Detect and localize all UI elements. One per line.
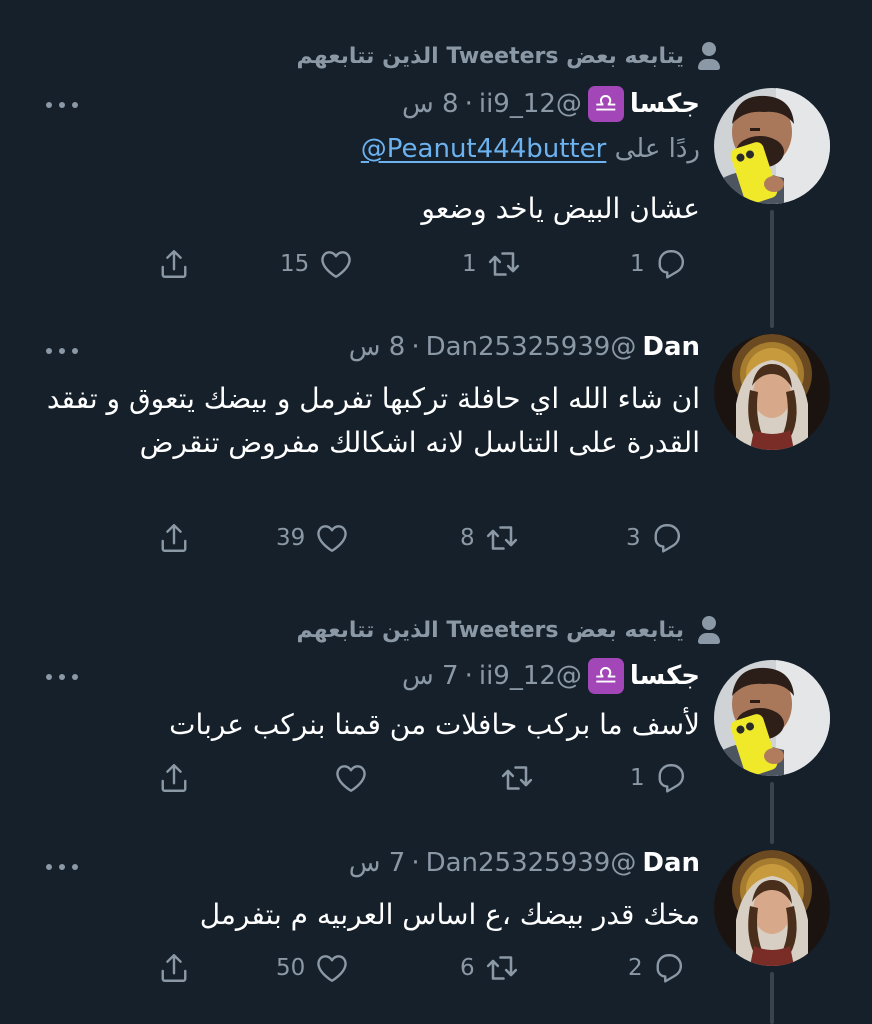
separator: ·	[411, 332, 420, 362]
tweet-header: جكسا ♎ @ii9_12 · 7 س	[402, 658, 700, 694]
social-context-text: يتابعه بعض Tweeters الذين تتابعهم	[296, 617, 684, 643]
retweet-count: 1	[462, 251, 477, 277]
reply-icon	[656, 954, 682, 983]
reply-count: 3	[626, 525, 641, 551]
avatar[interactable]	[714, 850, 830, 966]
like-action[interactable]: 50	[276, 948, 351, 988]
separator: ·	[411, 848, 420, 878]
heart-icon	[321, 251, 352, 278]
tweet-header: Dan @Dan25325939 · 7 س	[349, 848, 700, 878]
retweet-action[interactable]: 1	[462, 244, 523, 284]
display-name[interactable]: جكسا	[630, 89, 700, 119]
more-dots-icon[interactable]	[46, 672, 78, 682]
thread-line	[770, 210, 774, 328]
retweet-icon	[501, 766, 533, 790]
share-action[interactable]	[156, 244, 192, 284]
separator: ·	[464, 661, 473, 691]
avatar[interactable]	[714, 334, 830, 450]
share-action[interactable]	[156, 948, 192, 988]
display-name[interactable]: Dan	[642, 332, 700, 362]
retweet-icon	[488, 252, 519, 276]
social-context: يتابعه بعض Tweeters الذين تتابعهم	[296, 36, 722, 76]
share-icon	[161, 250, 187, 278]
share-icon	[161, 954, 187, 982]
thread-line	[770, 782, 774, 844]
timestamp[interactable]: 7 س	[402, 661, 459, 691]
like-count: 50	[276, 955, 306, 981]
retweet-action[interactable]	[490, 758, 536, 798]
separator: ·	[464, 89, 473, 119]
tweet-header: Dan @Dan25325939 · 8 س	[349, 332, 700, 362]
more-dots-icon[interactable]	[46, 100, 78, 110]
reply-icon	[658, 250, 684, 279]
tweet-text: لأسف ما بركب حافلات من قمنا بنركب عربات	[169, 708, 700, 741]
reply-count: 1	[630, 251, 645, 277]
timestamp[interactable]: 8 س	[349, 332, 406, 362]
thread-line	[770, 972, 774, 1024]
like-action[interactable]: 15	[280, 244, 355, 284]
libra-badge: ♎	[587, 658, 624, 694]
reply-action[interactable]: 3	[626, 518, 685, 558]
person-icon	[696, 40, 722, 72]
tweet-text: مخك قدر بيضك ،ع اساس العربيه م بتفرمل	[199, 898, 700, 931]
retweet-action[interactable]: 8	[460, 518, 521, 558]
heart-icon	[317, 525, 348, 552]
timestamp[interactable]: 7 س	[349, 848, 406, 878]
social-context: يتابعه بعض Tweeters الذين تتابعهم	[296, 610, 722, 650]
avatar[interactable]	[714, 660, 830, 776]
heart-icon	[336, 765, 366, 792]
tweet-text: ان شاء الله اي حافلة تركبها تفرمل و بيضك…	[46, 382, 700, 459]
display-name[interactable]: Dan	[642, 848, 700, 878]
heart-icon	[317, 955, 348, 982]
reply-icon	[658, 764, 684, 793]
retweet-action[interactable]: 6	[460, 948, 521, 988]
reply-to: ردًا على @Peanut444butter	[361, 134, 700, 164]
libra-badge: ♎	[587, 86, 624, 122]
display-name[interactable]: جكسا	[630, 661, 700, 691]
like-action[interactable]: 39	[276, 518, 351, 558]
retweet-icon	[486, 526, 517, 550]
reply-action[interactable]: 1	[630, 758, 689, 798]
handle[interactable]: @Dan25325939	[426, 848, 637, 878]
reply-to-prefix: ردًا على	[614, 134, 700, 164]
reply-count: 1	[630, 765, 645, 791]
reply-action[interactable]: 1	[630, 244, 689, 284]
handle[interactable]: @Dan25325939	[426, 332, 637, 362]
retweet-count: 8	[460, 525, 475, 551]
reply-to-link[interactable]: @Peanut444butter	[361, 134, 607, 164]
reply-action[interactable]: 2	[628, 948, 687, 988]
reply-icon	[654, 524, 680, 553]
timestamp[interactable]: 8 س	[402, 89, 459, 119]
tweet-text: عشان البيض ياخد وضعو	[421, 192, 700, 225]
handle[interactable]: @ii9_12	[479, 661, 582, 691]
share-icon	[161, 524, 187, 552]
share-action[interactable]	[156, 758, 192, 798]
social-context-text: يتابعه بعض Tweeters الذين تتابعهم	[296, 43, 684, 69]
like-count: 39	[276, 525, 306, 551]
person-icon	[696, 614, 722, 646]
share-action[interactable]	[156, 518, 192, 558]
more-dots-icon[interactable]	[46, 862, 78, 872]
like-action[interactable]	[324, 758, 370, 798]
share-icon	[161, 764, 187, 792]
like-count: 15	[280, 251, 310, 277]
retweet-count: 6	[460, 955, 475, 981]
more-dots-icon[interactable]	[46, 346, 78, 356]
avatar[interactable]	[714, 88, 830, 204]
handle[interactable]: @ii9_12	[479, 89, 582, 119]
tweet-header: جكسا ♎ @ii9_12 · 8 س	[402, 86, 700, 122]
reply-count: 2	[628, 955, 643, 981]
retweet-icon	[486, 956, 517, 980]
